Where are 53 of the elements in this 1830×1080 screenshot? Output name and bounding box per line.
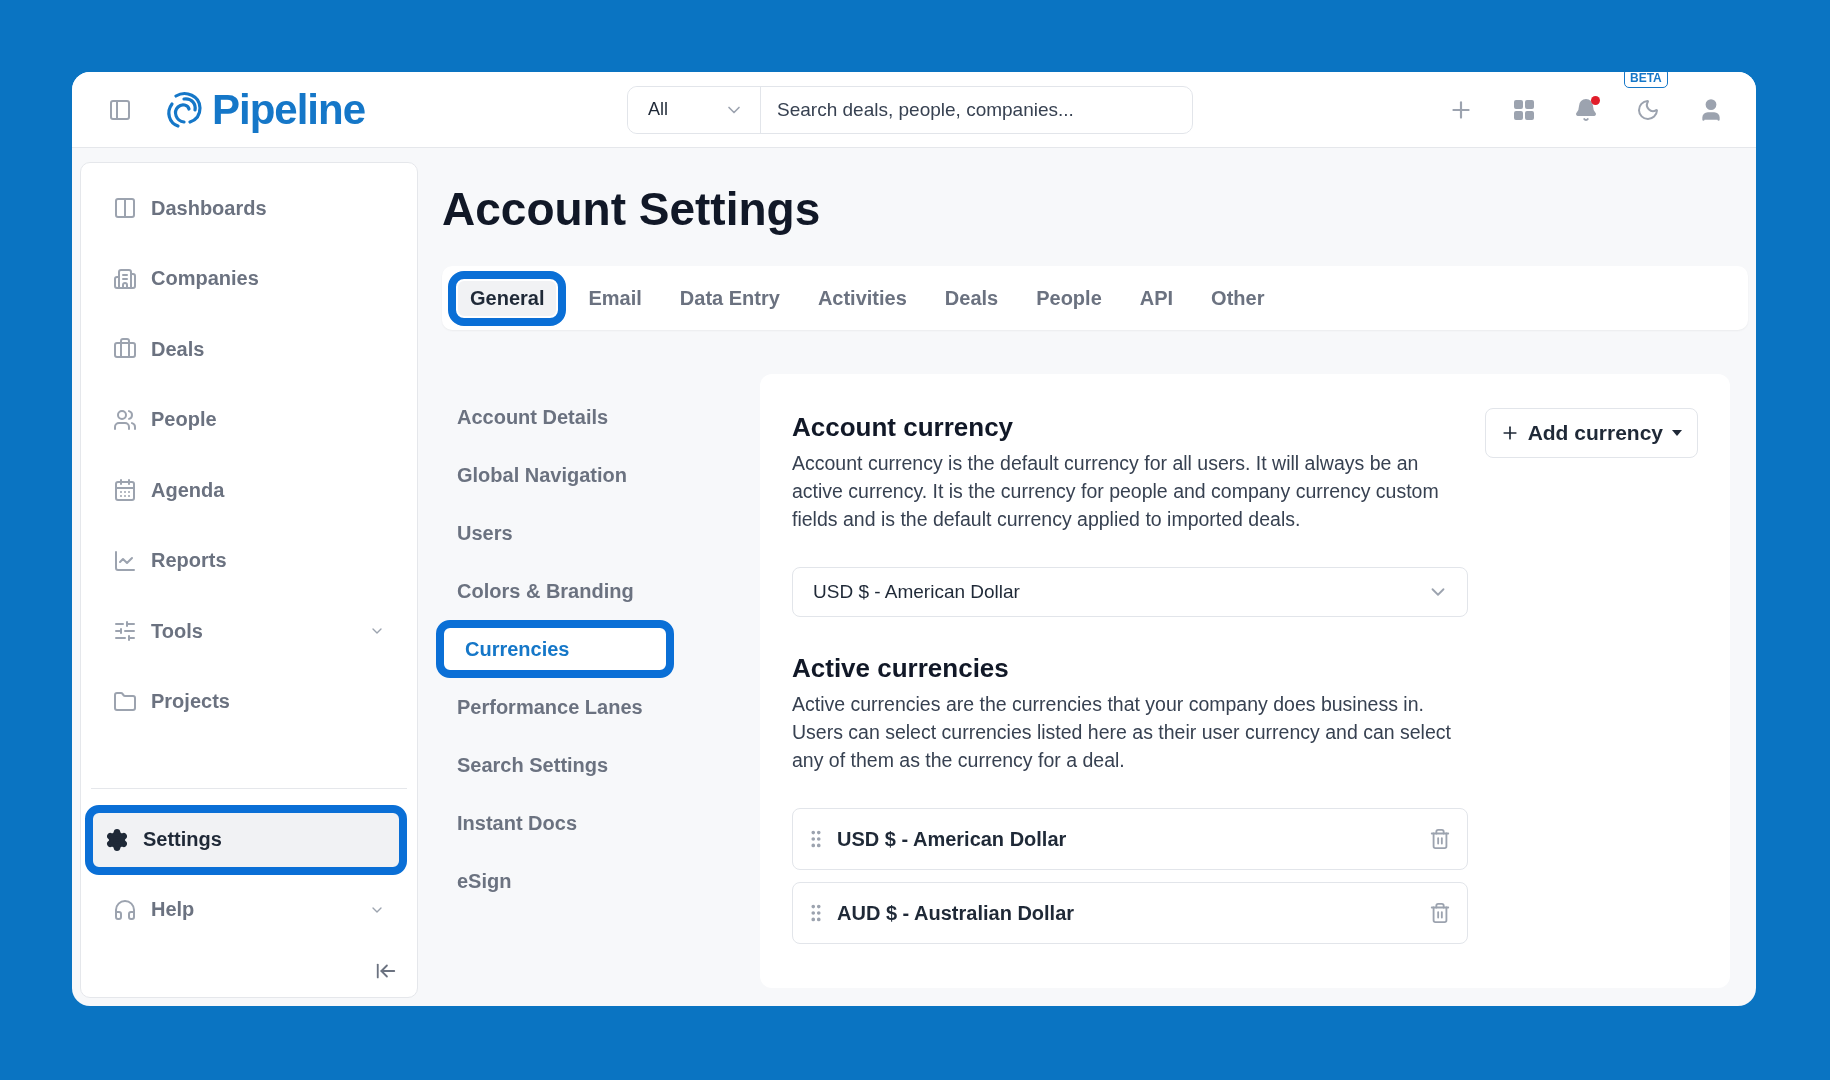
add-currency-button[interactable]: Add currency [1484,408,1698,458]
sidebar-item[interactable]: People [91,384,407,455]
section-description: Active currencies are the currencies that your company does business in. Users can select currencies listed here as their user currency and can select any of them as the currency for a deal. [792,692,1452,773]
settings-nav-item[interactable]: Search Settings [442,736,609,794]
beta-badge: BETA [1624,72,1668,88]
sidebar-item[interactable]: Agenda [91,455,407,526]
sidebar-item[interactable]: Projects [91,666,407,737]
nav-icon [113,619,137,644]
settings-nav-item[interactable]: Users [442,504,513,562]
search-field[interactable]: All Search deals, people, companies... [627,85,1194,134]
sidebar-item[interactable]: Tools [91,596,407,667]
tab[interactable]: General [448,270,567,326]
tab[interactable]: Activities [801,278,923,318]
settings-nav-item[interactable]: Performance Lanes [442,678,643,736]
nav-icon [113,407,137,432]
tab[interactable]: Data Entry [663,278,796,318]
settings-nav-item[interactable]: eSign [442,852,512,910]
settings-nav-item[interactable]: Instant Docs [442,794,578,852]
sidebar-item[interactable]: Settings [85,804,407,875]
logo-text: Pipeline [212,85,366,134]
tab[interactable]: Email [572,278,658,318]
currency-select[interactable]: USD $ - American Dollar [792,567,1468,617]
currency-row[interactable]: AUD $ - Australian Dollar [792,882,1468,944]
currency-row[interactable]: USD $ - American Dollar [792,808,1468,870]
nav-icon [113,196,137,221]
section-heading: Account currency [792,412,1015,443]
nav-icon [113,897,137,922]
caret-icon [1671,429,1683,437]
settings-nav-item[interactable]: Global Navigation [442,446,628,504]
nav-icon [113,478,137,503]
nav-icon [113,266,137,291]
section-heading: Active currencies [792,653,1010,684]
sidebar-item[interactable]: Help [91,874,407,945]
scope-dropdown[interactable]: All [628,86,762,133]
tab[interactable]: Other [1195,278,1281,318]
sidebar-item[interactable]: Companies [91,243,407,314]
trash-icon [1429,902,1451,924]
section-description: Account currency is the default currency for all users. It will always be an active currency. It is the currency for people and company currency custom fields and is the default currency applied to imported deals. [792,451,1440,532]
sidebar-item[interactable]: Dashboards [91,173,407,244]
nav-icon [113,689,137,714]
settings-nav-item[interactable]: Account Details [442,388,609,446]
logo-icon [164,89,204,130]
tab[interactable]: Deals [928,278,1015,318]
page-title: Account Settings [442,182,822,236]
sidebar-item[interactable]: Reports [91,525,407,596]
settings-nav-item[interactable]: Currencies [436,620,674,678]
nav-icon [105,827,129,852]
settings-nav-item[interactable]: Colors & Branding [442,562,634,620]
tab[interactable]: API [1123,278,1190,318]
sidebar-item[interactable]: Deals [91,314,407,385]
nav-icon [113,548,137,573]
tab[interactable]: People [1020,278,1118,318]
trash-icon [1429,828,1451,850]
